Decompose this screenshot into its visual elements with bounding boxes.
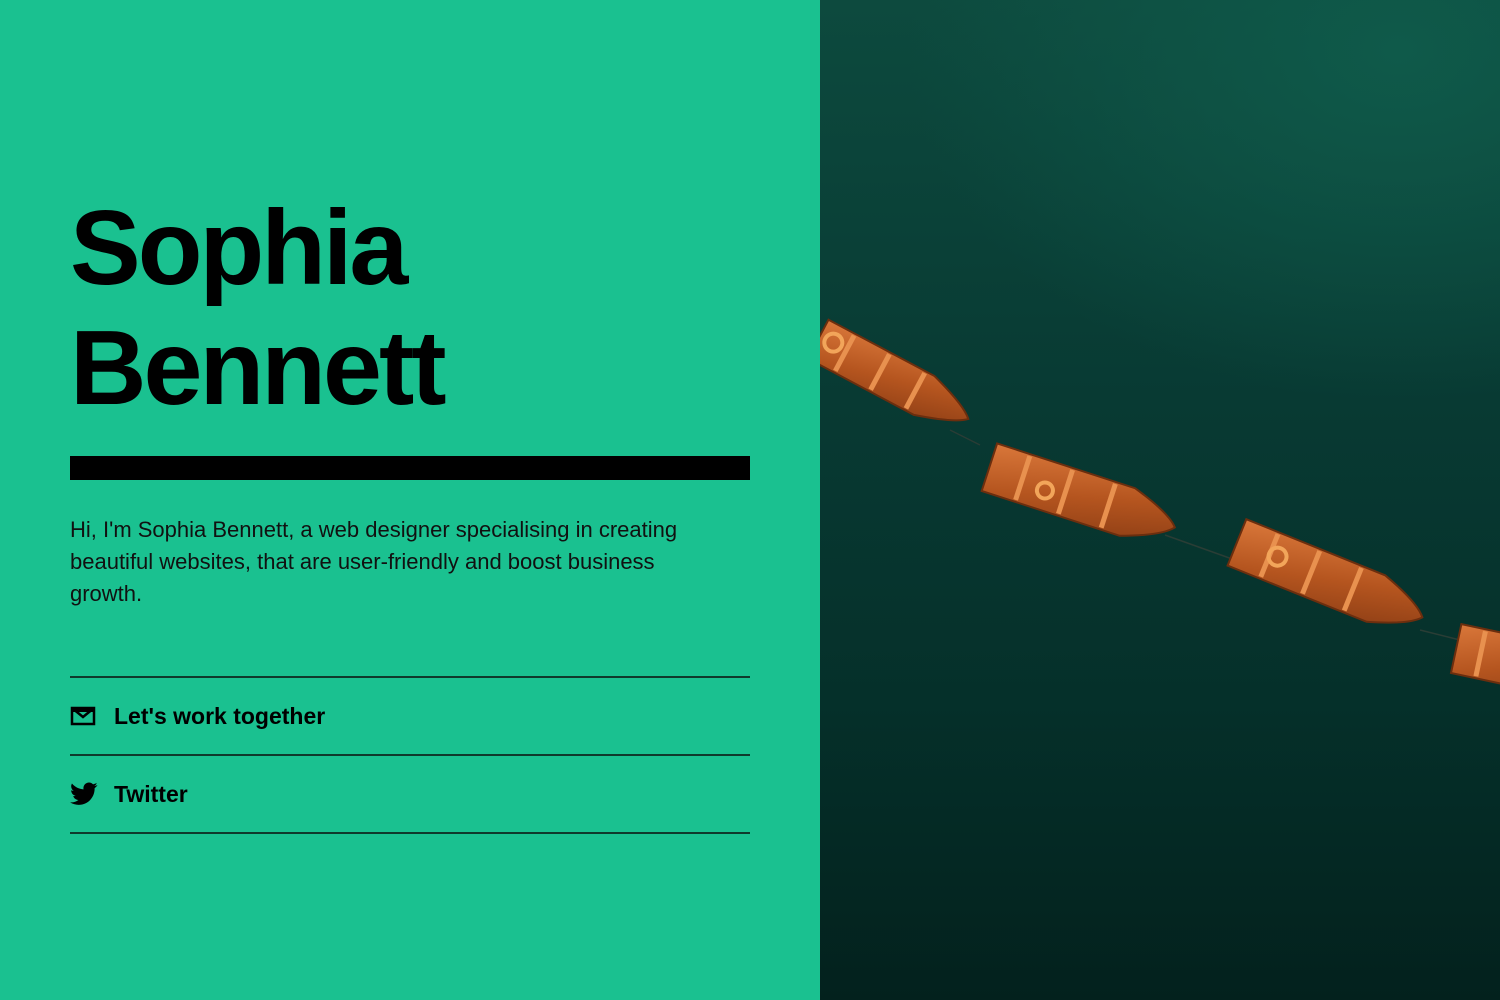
work-together-link[interactable]: Let's work together <box>70 678 750 756</box>
page-title: Sophia Bennett <box>70 188 750 428</box>
twitter-label: Twitter <box>114 780 188 807</box>
twitter-link[interactable]: Twitter <box>70 756 750 834</box>
contact-links: Let's work together Twitter <box>70 676 750 834</box>
rowboats-on-water-photo <box>820 318 1500 697</box>
bio-text: Hi, I'm Sophia Bennett, a web designer s… <box>70 517 678 606</box>
boat-3 <box>1226 517 1424 624</box>
intro-content: Sophia Bennett Hi, I'm Sophia Bennett, a… <box>70 188 750 834</box>
title-divider <box>70 456 750 480</box>
page: Sophia Bennett Hi, I'm Sophia Bennett, a… <box>0 0 1500 1000</box>
twitter-icon <box>70 780 98 808</box>
work-together-label: Let's work together <box>114 702 326 729</box>
last-name: Bennett <box>70 309 447 427</box>
boat-2 <box>980 442 1177 537</box>
boat-1 <box>820 318 970 422</box>
first-name: Sophia <box>70 189 408 307</box>
hero-image <box>820 0 1500 1000</box>
mail-icon <box>70 702 98 730</box>
intro-panel: Sophia Bennett Hi, I'm Sophia Bennett, a… <box>0 0 820 1000</box>
boat-4 <box>1449 622 1500 697</box>
